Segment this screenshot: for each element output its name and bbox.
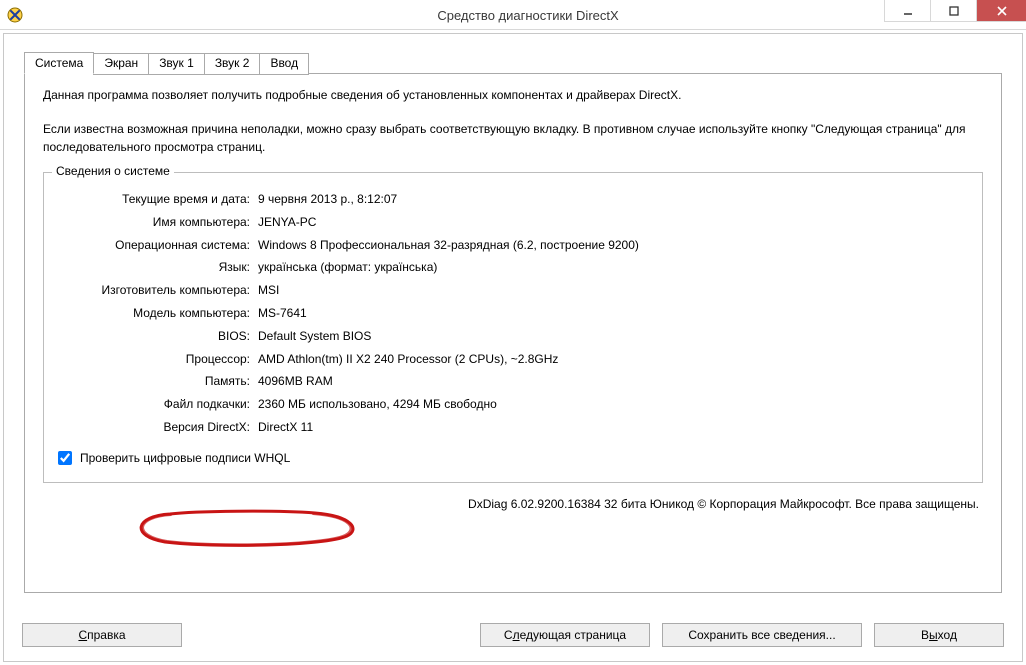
info-value: DirectX 11 <box>254 419 972 436</box>
info-value: JENYA-PC <box>254 214 972 231</box>
maximize-button[interactable] <box>930 0 976 22</box>
whql-label: Проверить цифровые подписи WHQL <box>80 451 290 465</box>
info-value: MS-7641 <box>254 305 972 322</box>
help-button[interactable]: Справка <box>22 623 182 647</box>
info-label: Имя компьютера: <box>54 214 254 231</box>
window-controls <box>884 0 1026 30</box>
info-value: 9 червня 2013 р., 8:12:07 <box>254 191 972 208</box>
info-row: BIOS:Default System BIOS <box>54 328 972 345</box>
group-title: Сведения о системе <box>52 164 174 178</box>
tab-display[interactable]: Экран <box>93 53 149 75</box>
intro-p1: Данная программа позволяет получить подр… <box>43 86 983 104</box>
intro-p2: Если известна возможная причина неполадк… <box>43 120 983 156</box>
tab-sound2[interactable]: Звук 2 <box>204 53 261 75</box>
exit-button[interactable]: Выход <box>874 623 1004 647</box>
copyright-line: DxDiag 6.02.9200.16384 32 бита Юникод © … <box>43 497 983 511</box>
info-row: Имя компьютера:JENYA-PC <box>54 214 972 231</box>
info-label: Версия DirectX: <box>54 419 254 436</box>
close-icon <box>996 5 1008 17</box>
minimize-button[interactable] <box>884 0 930 22</box>
info-label: BIOS: <box>54 328 254 345</box>
info-label: Процессор: <box>54 351 254 368</box>
info-value: 4096MB RAM <box>254 373 972 390</box>
title-bar: Средство диагностики DirectX <box>0 0 1026 30</box>
intro-text: Данная программа позволяет получить подр… <box>43 86 983 156</box>
info-label: Текущие время и дата: <box>54 191 254 208</box>
close-button[interactable] <box>976 0 1026 22</box>
window-body: Система Экран Звук 1 Звук 2 Ввод Данная … <box>3 33 1023 662</box>
maximize-icon <box>949 6 959 16</box>
info-row: Версия DirectX:DirectX 11 <box>54 419 972 436</box>
tab-system[interactable]: Система <box>24 52 94 74</box>
info-row: Файл подкачки:2360 МБ использовано, 4294… <box>54 396 972 413</box>
info-row: Текущие время и дата:9 червня 2013 р., 8… <box>54 191 972 208</box>
info-label: Файл подкачки: <box>54 396 254 413</box>
next-page-button[interactable]: Следующая страница <box>480 623 650 647</box>
whql-row: Проверить цифровые подписи WHQL <box>54 448 972 468</box>
highlight-mark <box>125 506 365 550</box>
window-title: Средство диагностики DirectX <box>30 6 1026 23</box>
info-label: Операционная система: <box>54 237 254 254</box>
info-label: Память: <box>54 373 254 390</box>
system-info-group: Сведения о системе Текущие время и дата:… <box>43 172 983 483</box>
info-value: 2360 МБ использовано, 4294 МБ свободно <box>254 396 972 413</box>
info-row: Изготовитель компьютера:MSI <box>54 282 972 299</box>
tab-strip: Система Экран Звук 1 Звук 2 Ввод <box>24 52 1002 74</box>
minimize-icon <box>903 6 913 16</box>
whql-checkbox[interactable] <box>58 451 72 465</box>
tab-input[interactable]: Ввод <box>259 53 309 75</box>
app-icon <box>0 7 30 23</box>
info-value: MSI <box>254 282 972 299</box>
info-value: українська (формат: українська) <box>254 259 972 276</box>
info-value: Windows 8 Профессиональная 32-разрядная … <box>254 237 972 254</box>
info-row: Модель компьютера:MS-7641 <box>54 305 972 322</box>
info-label: Язык: <box>54 259 254 276</box>
info-row: Память:4096MB RAM <box>54 373 972 390</box>
info-label: Изготовитель компьютера: <box>54 282 254 299</box>
bottom-buttons: Справка Следующая страница Сохранить все… <box>22 623 1004 647</box>
info-value: Default System BIOS <box>254 328 972 345</box>
info-row: Операционная система:Windows 8 Профессио… <box>54 237 972 254</box>
info-value: AMD Athlon(tm) II X2 240 Processor (2 CP… <box>254 351 972 368</box>
save-all-button[interactable]: Сохранить все сведения... <box>662 623 862 647</box>
info-row: Язык:українська (формат: українська) <box>54 259 972 276</box>
info-label: Модель компьютера: <box>54 305 254 322</box>
info-row: Процессор:AMD Athlon(tm) II X2 240 Proce… <box>54 351 972 368</box>
tab-sound1[interactable]: Звук 1 <box>148 53 205 75</box>
tab-panel-system: Данная программа позволяет получить подр… <box>24 73 1002 593</box>
